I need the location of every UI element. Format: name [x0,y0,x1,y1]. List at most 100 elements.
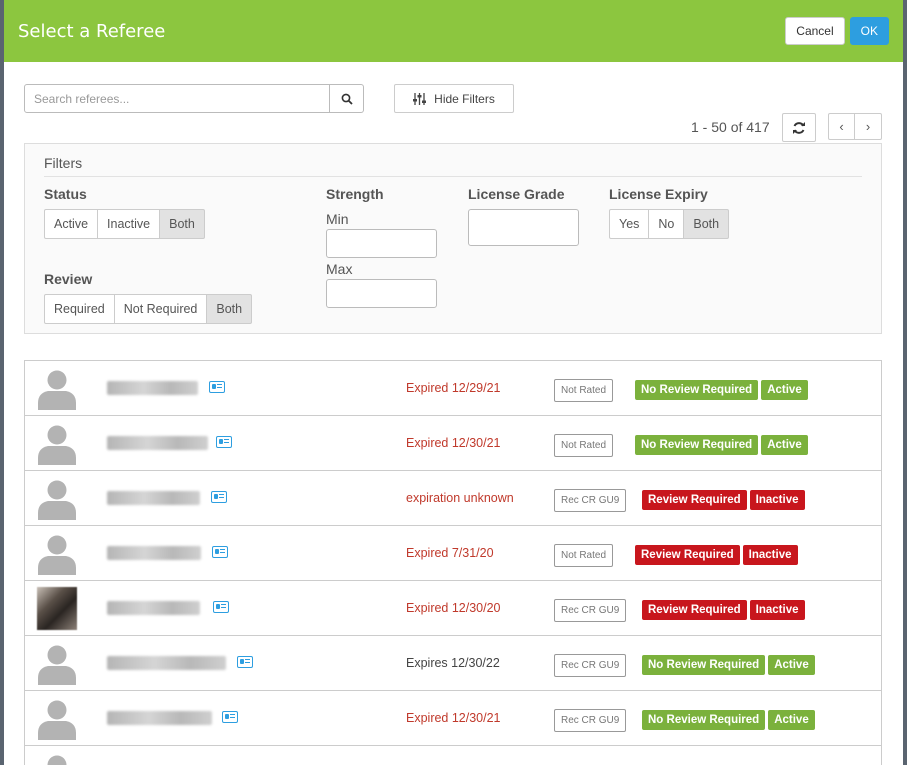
rating-tag: Not Rated [554,544,614,567]
sliders-icon [413,92,427,105]
review-badge: No Review Required [635,435,759,455]
referee-row[interactable] [25,746,881,765]
referee-name [107,491,200,505]
ok-button[interactable]: OK [849,17,889,45]
id-card-icon[interactable] [216,436,232,448]
review-required-option[interactable]: Required [44,294,115,324]
avatar [37,532,77,575]
status-badge: Active [768,710,815,730]
review-badge: Review Required [635,545,740,565]
license-expiry: Expired 12/29/21 [406,381,501,395]
search-button[interactable] [330,84,364,113]
rating-tag: Not Rated [554,379,614,402]
avatar [37,477,77,520]
license-expiry: Expired 7/31/20 [406,546,494,560]
referee-row[interactable]: Expired 12/29/21 Not Rated No Review Req… [25,361,881,416]
strength-min-label: Min [326,211,349,227]
person-placeholder-icon [38,535,76,575]
license-grade-input[interactable] [468,209,579,246]
status-filter-group: Active Inactive Both [44,209,205,239]
expiry-both-option[interactable]: Both [683,209,730,239]
filters-title: Filters [44,155,83,171]
id-card-icon[interactable] [212,546,228,558]
status-badge: Inactive [749,490,805,510]
review-badge: Review Required [642,490,747,510]
person-placeholder-icon [38,425,76,465]
review-label: Review [44,271,93,287]
referee-name [107,436,208,450]
rating-tag: Not Rated [554,434,614,457]
previous-page-button[interactable]: ‹ [828,113,855,140]
referee-row[interactable]: Expired 12/30/21 Not Rated No Review Req… [25,416,881,471]
review-not-required-option[interactable]: Not Required [113,294,208,324]
review-both-option[interactable]: Both [206,294,253,324]
strength-min-input[interactable] [326,229,437,258]
filters-panel: Filters Status Active Inactive Both Revi… [24,143,882,334]
strength-max-label: Max [326,261,353,277]
hide-filters-label: Hide Filters [434,91,495,106]
rating-tag: Rec CR GU9 [554,654,627,677]
id-card-icon[interactable] [211,491,227,503]
review-filter-group: Required Not Required Both [44,294,253,324]
refresh-button[interactable] [782,113,816,142]
referee-name [107,546,201,560]
rating-tag: Rec CR GU9 [554,489,627,512]
referee-row[interactable]: Expired 12/30/20 Rec CR GU9 Review Requi… [25,581,881,636]
review-badge: Review Required [642,600,747,620]
review-badge: No Review Required [642,655,766,675]
license-expiry: Expires 12/30/22 [406,656,500,670]
license-expiry: expiration unknown [406,491,514,505]
license-expiry-filter-group: Yes No Both [609,209,730,239]
rating-tag: Rec CR GU9 [554,709,627,732]
license-expiry: Expired 12/30/20 [406,601,501,615]
referee-row[interactable]: Expired 12/30/21 Rec CR GU9 No Review Re… [25,691,881,746]
status-active-option[interactable]: Active [44,209,99,239]
dialog-header: Select a Referee Cancel OK [4,0,903,62]
chevron-left-icon: ‹ [839,119,844,134]
avatar [37,367,77,410]
avatar [37,752,77,765]
person-placeholder-icon [47,755,67,765]
license-grade-label: License Grade [468,186,565,202]
avatar [37,422,77,465]
status-badge: Inactive [749,600,805,620]
referee-name [107,381,198,395]
referee-list: Expired 12/29/21 Not Rated No Review Req… [24,360,882,765]
id-card-icon[interactable] [209,381,225,393]
expiry-yes-option[interactable]: Yes [609,209,650,239]
filters-divider [44,176,862,177]
avatar [37,697,77,740]
strength-label: Strength [326,186,384,202]
license-expiry: Expired 12/30/21 [406,711,501,725]
pagination-text: 1 - 50 of 417 [691,119,770,135]
strength-max-input[interactable] [326,279,437,308]
referee-row[interactable]: Expired 7/31/20 Not Rated Review Require… [25,526,881,581]
search-icon [341,93,353,105]
status-both-option[interactable]: Both [159,209,205,239]
status-label: Status [44,186,87,202]
hide-filters-button[interactable]: Hide Filters [394,84,514,113]
cancel-button[interactable]: Cancel [785,17,845,45]
next-page-button[interactable]: › [855,113,882,140]
license-expiry-label: License Expiry [609,186,708,202]
rating-tag: Rec CR GU9 [554,599,627,622]
refresh-icon [793,121,805,134]
chevron-right-icon: › [865,119,871,134]
avatar [37,642,77,685]
status-badge: Active [761,380,808,400]
license-expiry: Expired 12/30/21 [406,436,501,450]
person-placeholder-icon [38,645,76,685]
search-input[interactable]: Search referees... [24,84,330,113]
id-card-icon[interactable] [213,601,229,613]
referee-row[interactable]: Expires 12/30/22 Rec CR GU9 No Review Re… [25,636,881,691]
select-referee-dialog: Select a Referee Cancel OK Search refere… [4,0,903,765]
status-badge: Active [761,435,808,455]
referee-row[interactable]: expiration unknown Rec CR GU9 Review Req… [25,471,881,526]
referee-name [107,601,200,615]
expiry-no-option[interactable]: No [648,209,685,239]
id-card-icon[interactable] [222,711,238,723]
person-placeholder-icon [38,700,76,740]
status-inactive-option[interactable]: Inactive [97,209,161,239]
id-card-icon[interactable] [237,656,253,668]
person-placeholder-icon [38,480,76,520]
